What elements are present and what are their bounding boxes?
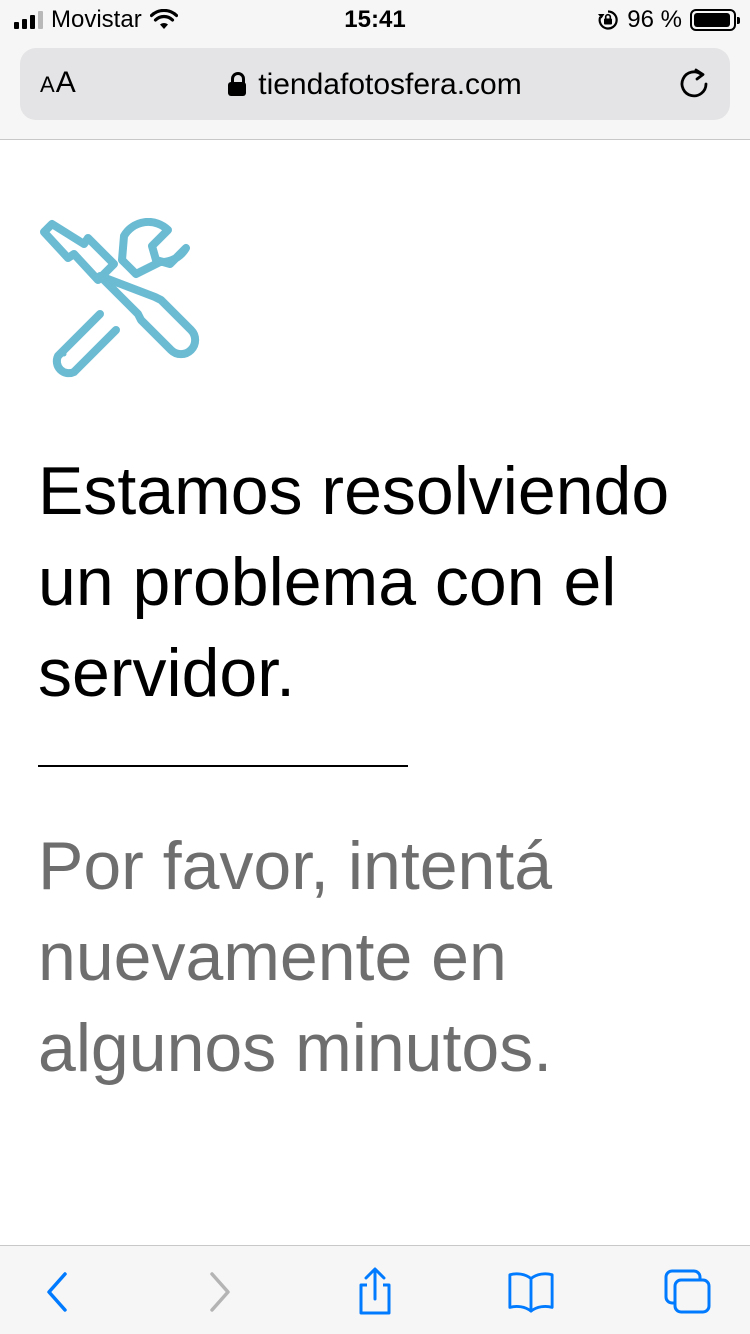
back-button[interactable] [34, 1268, 82, 1316]
url-field[interactable]: tiendafotosfera.com [20, 68, 730, 102]
page-subtext: Por favor, intentá nuevamente en algunos… [38, 828, 553, 1086]
bottom-toolbar [0, 1245, 750, 1334]
forward-button[interactable] [195, 1268, 243, 1316]
battery-percent: 96 % [627, 6, 682, 33]
error-page: Estamos resolviendo un problema con el s… [38, 218, 718, 1094]
back-icon [47, 1272, 67, 1312]
battery-level [694, 13, 731, 27]
divider [38, 765, 408, 767]
share-icon [359, 1267, 391, 1315]
forward-icon [210, 1272, 230, 1312]
battery-cap [737, 17, 740, 24]
battery-icon [690, 9, 740, 31]
bookmarks-icon [508, 1272, 554, 1313]
tabs-button[interactable] [664, 1268, 712, 1316]
reload-icon[interactable] [676, 66, 712, 102]
share-button[interactable] [351, 1267, 399, 1316]
page-headline: Estamos resolviendo un problema con el s… [38, 453, 670, 711]
tabs-icon [664, 1269, 711, 1314]
address-bar[interactable]: AA tiendafotosfera.com [20, 48, 730, 120]
browser-header: AA tiendafotosfera.com [0, 40, 750, 140]
url-text: tiendafotosfera.com [258, 68, 522, 101]
rotation-lock-icon [598, 10, 619, 30]
bookmarks-button[interactable] [507, 1268, 555, 1316]
status-bar: Movistar 15:41 96 % [0, 0, 750, 40]
lock-icon [228, 72, 247, 96]
status-right: 96 % [597, 6, 740, 34]
tools-icon [40, 218, 200, 378]
